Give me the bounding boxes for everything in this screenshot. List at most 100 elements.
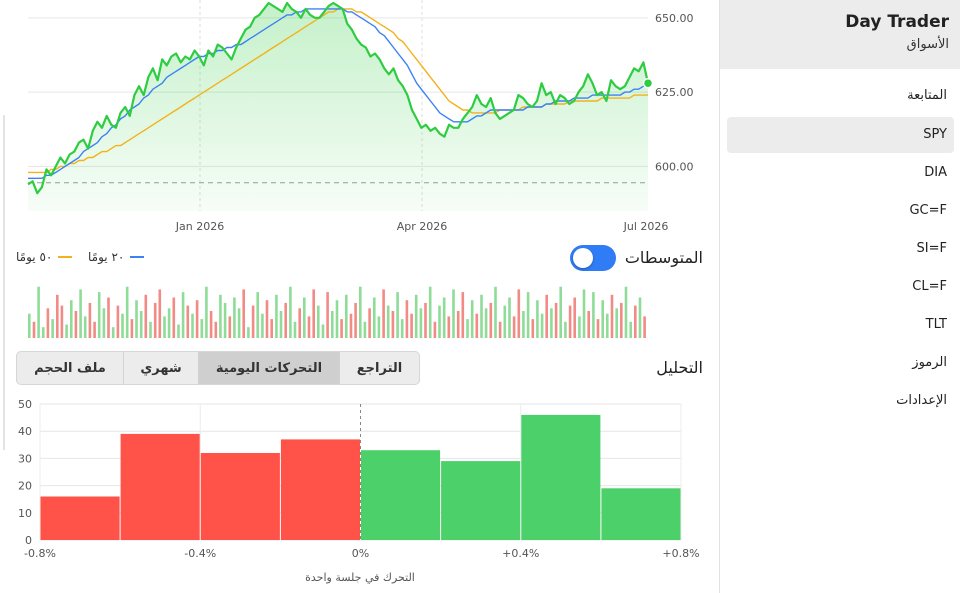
sidebar-item-silver[interactable]: SI=F bbox=[917, 241, 947, 256]
volume-bar bbox=[70, 300, 73, 338]
tab-monthly[interactable]: شهري bbox=[123, 352, 198, 384]
volume-bar bbox=[508, 297, 511, 338]
hist-xtick-label: -0.8% bbox=[24, 547, 56, 560]
price-xtick-label: Jul 2026 bbox=[623, 220, 669, 233]
legend-ma20-label: ٢٠ يومًا bbox=[88, 250, 125, 264]
volume-bar bbox=[42, 327, 45, 338]
volume-bar bbox=[261, 313, 264, 338]
volume-bar bbox=[498, 321, 502, 338]
volume-bar bbox=[634, 305, 637, 338]
volume-bar bbox=[438, 305, 441, 338]
sidebar-header: Day Trader الأسواق bbox=[720, 0, 960, 69]
volume-bar bbox=[158, 289, 162, 338]
volume-bar bbox=[60, 305, 64, 338]
volume-bar bbox=[256, 292, 259, 338]
last-price-dot bbox=[642, 77, 654, 89]
averages-toggle[interactable] bbox=[570, 245, 616, 271]
volume-bar bbox=[177, 324, 180, 338]
volume-bar bbox=[293, 321, 297, 338]
volume-bar bbox=[93, 321, 96, 338]
hist-bar bbox=[280, 439, 360, 540]
sidebar-item-symbols[interactable]: الرموز bbox=[912, 355, 947, 370]
volume-bar bbox=[596, 319, 600, 338]
volume-bar bbox=[503, 305, 507, 338]
price-xtick-label: Apr 2026 bbox=[397, 220, 448, 233]
volume-bar bbox=[56, 294, 59, 338]
volume-bar bbox=[135, 300, 138, 338]
volume-bar bbox=[615, 308, 618, 338]
hist-ytick-label: 10 bbox=[18, 507, 32, 520]
analysis-label: التحليل bbox=[656, 358, 703, 377]
hist-xtick-label: +0.4% bbox=[502, 547, 539, 560]
volume-bar bbox=[237, 308, 241, 338]
volume-bar bbox=[74, 311, 78, 338]
volume-bar bbox=[223, 302, 227, 338]
main-panel: 600.00 625.00 650.00 Jan 2026 Apr 2026 Jul 20… bbox=[0, 0, 719, 593]
volume-bar bbox=[643, 316, 646, 338]
volume-bar bbox=[284, 302, 287, 338]
volume-bar bbox=[125, 286, 129, 338]
volume-bar bbox=[400, 319, 404, 338]
sidebar-item-crude[interactable]: CL=F bbox=[912, 279, 947, 294]
volume-bar bbox=[624, 286, 628, 338]
volume-bar bbox=[545, 294, 548, 338]
volume-bar bbox=[340, 319, 343, 338]
volume-bar bbox=[475, 313, 479, 338]
volume-bar bbox=[130, 319, 134, 338]
sidebar-item-tlt[interactable]: TLT bbox=[926, 317, 947, 332]
legend-ma50-label: ٥٠ يومًا bbox=[16, 250, 53, 264]
volume-bar bbox=[181, 292, 185, 338]
volume-bar bbox=[139, 311, 143, 338]
hist-bar bbox=[441, 461, 521, 540]
toggle-knob bbox=[573, 248, 593, 268]
volume-bar bbox=[382, 289, 385, 338]
volume-bar bbox=[331, 311, 334, 338]
volume-bar bbox=[587, 311, 590, 338]
hist-bar bbox=[601, 488, 681, 540]
volume-bar bbox=[153, 302, 157, 338]
hist-bar bbox=[361, 450, 441, 540]
volume-bar bbox=[335, 300, 339, 338]
volume-bar bbox=[568, 305, 572, 338]
averages-label: المتوسطات bbox=[624, 248, 703, 267]
volume-bar bbox=[102, 308, 106, 338]
volume-bar bbox=[97, 292, 101, 338]
volume-bar bbox=[359, 286, 362, 338]
volume-bar bbox=[345, 294, 348, 338]
sidebar-item-settings[interactable]: الإعدادات bbox=[896, 393, 947, 408]
hist-ytick-label: 20 bbox=[18, 480, 32, 493]
price-ytick-label: 650.00 bbox=[655, 12, 694, 25]
price-ytick-label: 625.00 bbox=[655, 86, 694, 99]
volume-bar bbox=[51, 319, 54, 338]
tab-drawdown[interactable]: التراجع bbox=[339, 352, 419, 384]
tab-volume-profile[interactable]: ملف الحجم bbox=[17, 352, 123, 384]
tab-daily-moves[interactable]: التحركات اليومية bbox=[198, 352, 339, 384]
hist-ytick-label: 50 bbox=[18, 398, 32, 411]
sidebar-selected-highlight bbox=[727, 117, 954, 153]
volume-bar bbox=[601, 300, 604, 338]
volume-bar bbox=[494, 286, 497, 338]
volume-bar bbox=[550, 308, 553, 338]
volume-bar bbox=[447, 316, 451, 338]
volume-bar bbox=[326, 292, 329, 338]
volume-bar bbox=[512, 316, 516, 338]
volume-bar bbox=[312, 289, 315, 338]
volume-bar bbox=[573, 297, 576, 338]
volume-bar bbox=[629, 321, 632, 338]
sidebar-item-spy[interactable]: SPY bbox=[923, 127, 947, 142]
volume-bar bbox=[531, 319, 535, 338]
volume-bar bbox=[522, 311, 525, 338]
volume-bar bbox=[363, 321, 367, 338]
sidebar-item-watchlist[interactable]: المتابعة bbox=[907, 88, 947, 103]
volume-bar bbox=[433, 321, 437, 338]
volume-bar bbox=[386, 305, 390, 338]
sidebar-item-gold[interactable]: GC=F bbox=[909, 203, 947, 218]
hist-ytick-label: 0 bbox=[25, 534, 32, 547]
volume-bar bbox=[554, 302, 558, 338]
hist-xtick-label: +0.8% bbox=[662, 547, 699, 560]
app-title: Day Trader bbox=[845, 12, 949, 32]
sidebar-item-dia[interactable]: DIA bbox=[924, 165, 947, 180]
volume-bar bbox=[540, 313, 544, 338]
price-chart: 600.00 625.00 650.00 Jan 2026 Apr 2026 Jul 20… bbox=[27, 0, 694, 233]
volume-bar bbox=[265, 300, 269, 338]
